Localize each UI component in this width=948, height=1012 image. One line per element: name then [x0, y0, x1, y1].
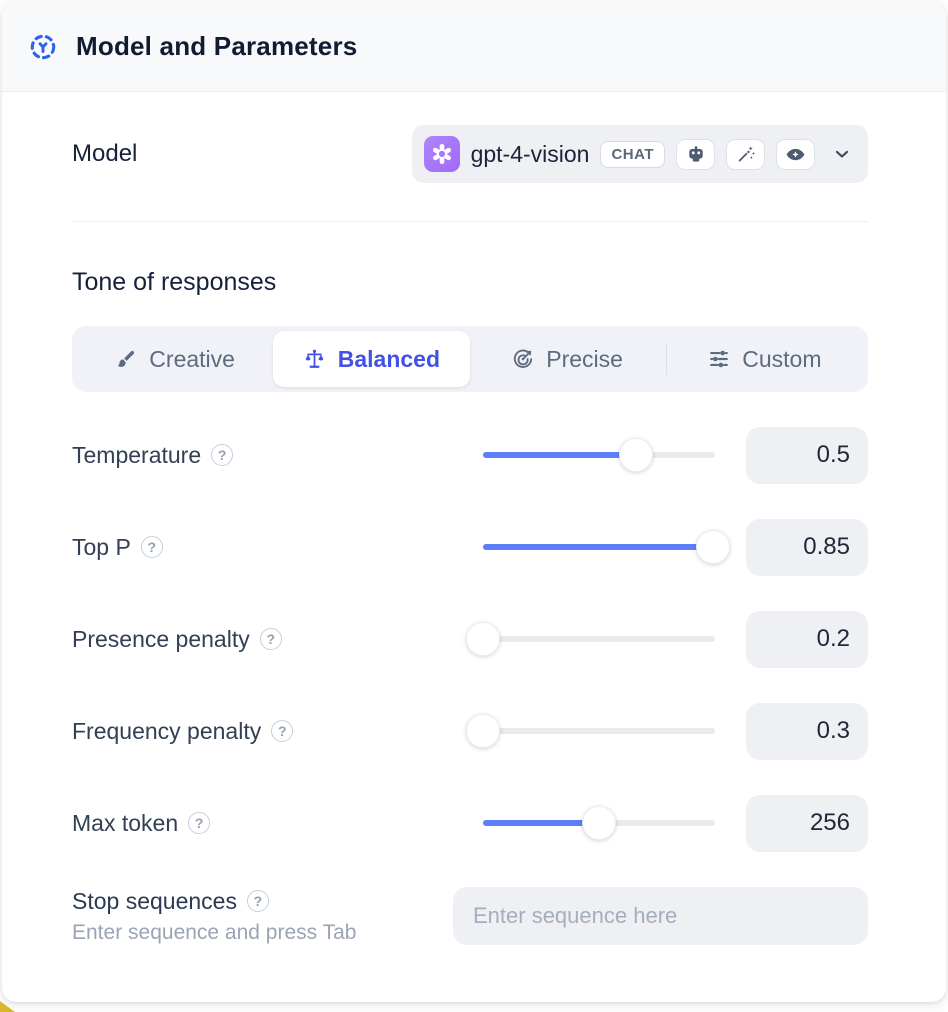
- top-p-value: 0.85: [746, 519, 868, 576]
- tone-option-balanced[interactable]: Balanced: [273, 331, 469, 387]
- openai-logo-icon: [424, 136, 460, 172]
- presence-penalty-slider[interactable]: [483, 622, 715, 656]
- chevron-down-icon: [832, 144, 852, 164]
- param-label: Temperature: [72, 442, 201, 469]
- slider-track: [483, 636, 715, 642]
- stop-sequences-row: Stop sequences? Enter sequence and press…: [72, 887, 868, 945]
- help-icon[interactable]: ?: [271, 720, 293, 742]
- balance-scale-icon: [303, 348, 326, 371]
- max-token-slider[interactable]: [483, 806, 715, 840]
- panel-title: Model and Parameters: [76, 31, 357, 62]
- slider-thumb[interactable]: [466, 714, 500, 748]
- param-row-frequency-penalty: Frequency penalty? 0.3: [72, 702, 868, 760]
- tone-option-label: Balanced: [338, 346, 440, 373]
- presence-penalty-value: 0.2: [746, 611, 868, 668]
- stop-sequences-helper: Enter sequence and press Tab: [72, 921, 356, 945]
- param-label: Presence penalty: [72, 626, 250, 653]
- tone-option-custom[interactable]: Custom: [667, 331, 863, 387]
- tone-heading: Tone of responses: [72, 268, 868, 297]
- model-type-badge: CHAT: [600, 141, 665, 168]
- help-icon[interactable]: ?: [260, 628, 282, 650]
- slider-thumb[interactable]: [466, 622, 500, 656]
- slider-fill: [483, 544, 713, 550]
- stop-sequences-label: Stop sequences: [72, 888, 237, 915]
- model-hub-icon: [26, 30, 60, 64]
- vision-eye-icon: [776, 139, 815, 170]
- panel-header: Model and Parameters: [2, 2, 946, 92]
- top-p-slider[interactable]: [483, 530, 715, 564]
- paintbrush-icon: [115, 348, 137, 370]
- model-label: Model: [72, 140, 137, 168]
- tone-option-label: Precise: [546, 346, 623, 373]
- frequency-penalty-value: 0.3: [746, 703, 868, 760]
- slider-thumb[interactable]: [619, 438, 653, 472]
- param-row-max-token: Max token? 256: [72, 794, 868, 852]
- model-row: Model gpt-4-vi: [72, 125, 868, 183]
- frequency-penalty-slider[interactable]: [483, 714, 715, 748]
- model-parameters-panel: Model and Parameters Model: [2, 2, 946, 1002]
- magic-wand-icon: [726, 139, 765, 170]
- slider-track: [483, 728, 715, 734]
- param-row-top-p: Top P? 0.85: [72, 518, 868, 576]
- help-icon[interactable]: ?: [188, 812, 210, 834]
- background-corner-accent: [0, 1001, 15, 1012]
- max-token-value: 256: [746, 795, 868, 852]
- sliders-icon: [708, 348, 730, 370]
- help-icon[interactable]: ?: [211, 444, 233, 466]
- temperature-value: 0.5: [746, 427, 868, 484]
- param-label: Frequency penalty: [72, 718, 261, 745]
- param-label: Max token: [72, 810, 178, 837]
- slider-thumb[interactable]: [582, 806, 616, 840]
- tone-option-label: Creative: [149, 346, 235, 373]
- param-row-presence-penalty: Presence penalty? 0.2: [72, 610, 868, 668]
- help-icon[interactable]: ?: [247, 890, 269, 912]
- section-divider: [72, 221, 868, 222]
- temperature-slider[interactable]: [483, 438, 715, 472]
- tone-segmented-control: Creative Balanced: [72, 326, 868, 392]
- tone-option-label: Custom: [742, 346, 821, 373]
- stop-sequence-input[interactable]: [453, 887, 868, 945]
- help-icon[interactable]: ?: [141, 536, 163, 558]
- slider-fill: [483, 452, 636, 458]
- slider-thumb[interactable]: [696, 530, 730, 564]
- tone-option-creative[interactable]: Creative: [77, 331, 273, 387]
- param-label: Top P: [72, 534, 131, 561]
- tone-option-precise[interactable]: Precise: [470, 331, 666, 387]
- model-select-dropdown[interactable]: gpt-4-vision CHAT: [412, 125, 868, 183]
- robot-icon: [676, 139, 715, 170]
- param-row-temperature: Temperature? 0.5: [72, 426, 868, 484]
- target-arrow-icon: [512, 348, 534, 370]
- selected-model-name: gpt-4-vision: [471, 141, 590, 168]
